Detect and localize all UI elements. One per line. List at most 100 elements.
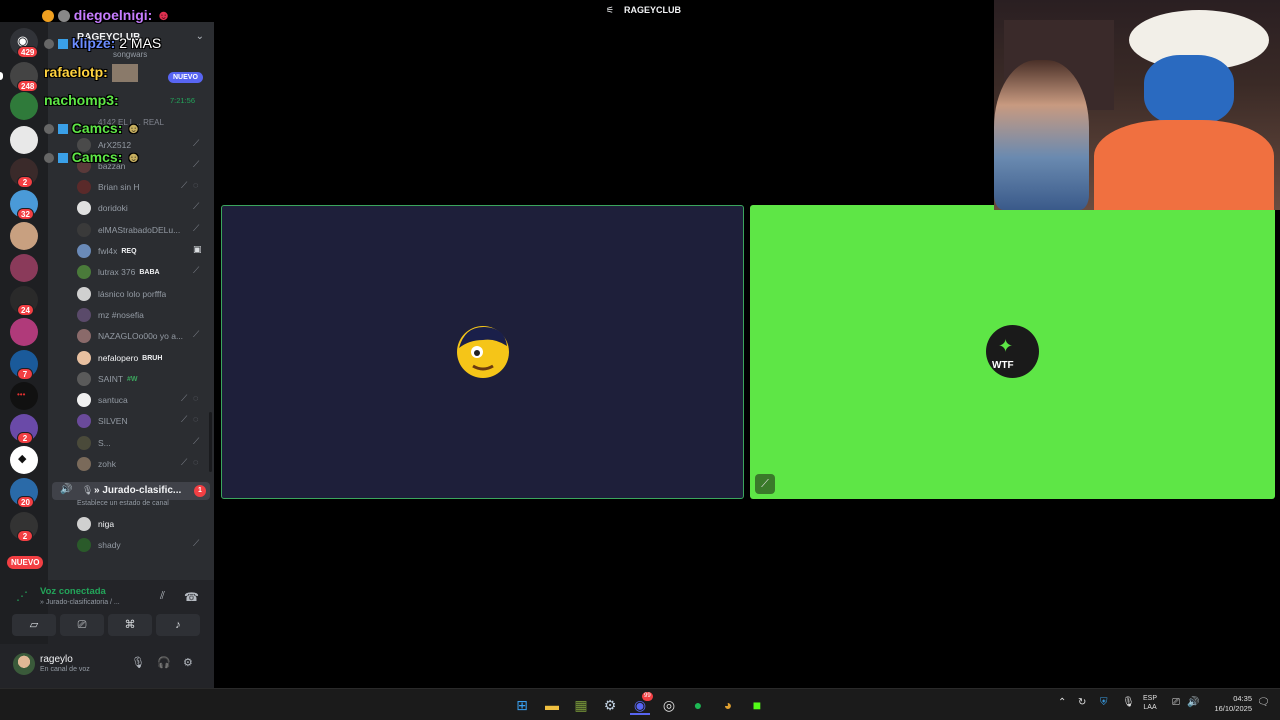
avatar <box>77 329 91 343</box>
chevron-down-icon[interactable]: ⌄ <box>196 31 204 42</box>
channel-songwars[interactable]: songwars <box>113 50 147 59</box>
voice-user[interactable]: SAINT #W <box>77 369 209 389</box>
voice-user[interactable]: Brian sin H ⟋ ◌ <box>77 177 209 197</box>
headphones-icon[interactable]: 🎧 <box>157 656 171 669</box>
sub-badge-icon <box>57 124 68 135</box>
video-tile[interactable]: ✦ WTF <box>750 205 1275 499</box>
deafen-icon: ◌ <box>193 414 199 424</box>
voice-user[interactable]: S... ⟋ <box>77 433 209 453</box>
voice-user-name: S... <box>98 438 111 448</box>
obs-icon[interactable]: ◎ <box>659 695 679 715</box>
server-icon[interactable] <box>10 126 38 154</box>
scrollbar[interactable] <box>209 412 212 472</box>
kick-icon[interactable]: ■ <box>747 695 767 715</box>
volume-icon[interactable]: 🔊 <box>1187 697 1199 708</box>
chat-line: diegoelnigi: ☻ <box>42 7 171 23</box>
avatar[interactable] <box>13 653 35 675</box>
language-indicator[interactable]: ESP LAA <box>1143 694 1157 712</box>
voice-channel-name[interactable]: » Jurado-clasificatoria / ... <box>40 599 120 606</box>
emote-icon: ☻ <box>126 120 141 136</box>
new-tag: NUEVO <box>168 72 203 83</box>
voice-user-name: SAINT <box>98 374 124 384</box>
mic-icon[interactable]: 🎙 <box>131 656 145 669</box>
leaf-icon: ✦ <box>998 336 1014 356</box>
chat-username: rafaelotp: <box>44 64 108 80</box>
server-icon[interactable]: ◆ <box>10 446 38 474</box>
mention-badge: 2 <box>17 530 33 542</box>
network-icon[interactable]: ⎚ <box>1172 697 1180 708</box>
spotify-icon[interactable]: ● <box>688 695 708 715</box>
signal-icon[interactable]: ⋰ <box>16 589 28 603</box>
keyboard-layout: LAA <box>1143 704 1157 711</box>
voice-user[interactable]: niga <box>77 514 209 534</box>
steam-icon[interactable]: ⚙ <box>600 695 620 715</box>
sync-icon[interactable]: ↻ <box>1078 697 1086 708</box>
noise-suppression-icon[interactable]: ⫽ <box>160 590 165 603</box>
activity-button[interactable]: ⌘ <box>108 614 152 636</box>
shield-icon[interactable]: ⛨ <box>1100 697 1108 708</box>
server-icon[interactable]: 20 <box>10 478 38 508</box>
user-tag: BABA <box>139 268 160 276</box>
notification-badge: 99 <box>642 692 653 701</box>
windows-start-icon[interactable]: ⊞ <box>512 695 532 715</box>
camera-off-button[interactable]: ▱ <box>12 614 56 636</box>
video-tile[interactable] <box>221 205 744 499</box>
server-icon[interactable]: 7 <box>10 350 38 380</box>
server-icon[interactable] <box>10 318 38 346</box>
voice-user[interactable]: santuca ⟋ ◌ <box>77 390 209 410</box>
server-icon[interactable] <box>10 92 38 120</box>
server-icon[interactable] <box>10 222 38 250</box>
server-icon[interactable]: 248 <box>0 62 39 92</box>
clock[interactable]: 04:35 16/10/2025 <box>1206 694 1252 714</box>
voice-user[interactable]: NAZAGLOo00o yo a... ⟋ <box>77 326 209 346</box>
avatar-text: WTF <box>992 360 1014 371</box>
server-icon[interactable]: 24 <box>10 286 38 316</box>
voice-user[interactable]: zohk ⟋ ◌ <box>77 454 209 474</box>
mic-icon[interactable]: 🎙 <box>1122 697 1135 708</box>
voice-user[interactable]: shady ⟋ <box>77 535 209 555</box>
voice-user-name: santuca <box>98 395 128 405</box>
voice-user-name: NAZAGLOo00o yo a... <box>98 331 184 341</box>
voice-user-name: niga <box>98 519 115 529</box>
chevron-up-icon[interactable]: ⌃ <box>1058 697 1066 708</box>
channel-status-hint[interactable]: Establece un estado de canal <box>77 500 169 507</box>
voice-user-name: Brian sin H <box>98 182 140 192</box>
clock-time: 04:35 <box>1233 694 1252 703</box>
sub-badge-icon <box>57 39 68 50</box>
file-explorer-icon[interactable]: ▬ <box>542 695 562 715</box>
voice-user[interactable]: SILVEN ⟋ ◌ <box>77 411 209 431</box>
chat-username: klipze: <box>71 35 116 51</box>
server-icon[interactable]: ••• <box>10 382 38 410</box>
mute-icon: ⟋ <box>193 436 200 446</box>
server-icon[interactable] <box>10 254 38 282</box>
sub-badge-icon <box>57 153 68 164</box>
server-icon[interactable]: 2 <box>10 158 38 188</box>
gear-icon[interactable]: ⚙ <box>183 656 193 669</box>
screen-share-button[interactable]: ⎚ <box>60 614 104 636</box>
avatar <box>77 414 91 428</box>
chrome-icon[interactable]: ◕ <box>718 695 738 715</box>
voice-user[interactable]: lásnico lolo porfffa <box>77 284 209 304</box>
voice-user[interactable]: fwl4x REQ ▣ <box>77 241 209 261</box>
server-icon[interactable]: 2 <box>10 414 38 444</box>
user-name: rageylo <box>40 654 73 665</box>
soundboard-button[interactable]: ♪ <box>156 614 200 636</box>
chat-username: Camcs: <box>71 149 123 165</box>
server-icon[interactable]: 2 <box>10 512 38 542</box>
voice-user[interactable]: elMAStrabadoDELu... ⟋ <box>77 220 209 240</box>
deafen-icon: ◌ <box>193 393 199 403</box>
voice-user[interactable]: doridoki ⟋ <box>77 198 209 218</box>
avatar <box>77 308 91 322</box>
voice-channel-label: » Jurado-clasific... <box>94 485 182 496</box>
voice-user[interactable]: nefalopero BRUH <box>77 348 209 368</box>
clock-date: 16/10/2025 <box>1214 704 1252 713</box>
server-icon[interactable]: 32 <box>10 190 38 220</box>
minecraft-icon[interactable]: ▦ <box>571 695 591 715</box>
disconnect-icon[interactable]: ☎ <box>184 590 199 604</box>
voice-user[interactable]: lutrax 376 BABA ⟋ <box>77 262 209 282</box>
notifications-icon[interactable]: 🗨 <box>1257 697 1270 708</box>
server-icon[interactable]: ◉ 429 <box>10 28 39 58</box>
voice-channel-jurado[interactable]: 🔊 🎙 » Jurado-clasific... 1 <box>52 482 210 500</box>
voice-user[interactable]: mz #nosefia <box>77 305 209 325</box>
mute-icon: ⟋ <box>193 538 200 548</box>
